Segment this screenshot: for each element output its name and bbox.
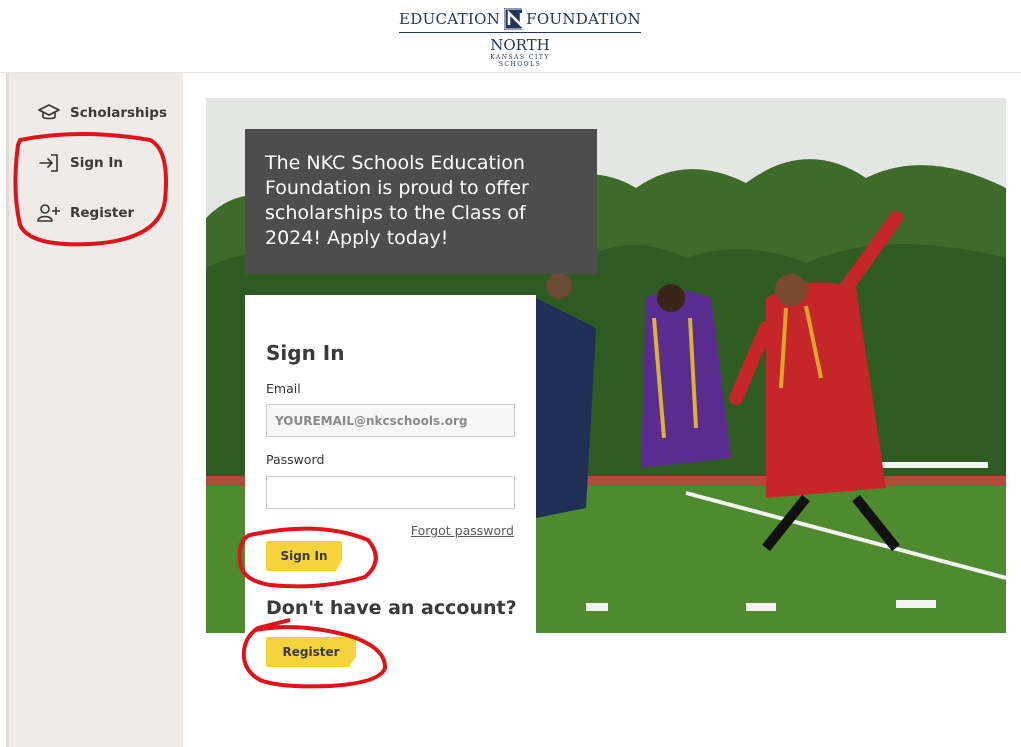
sign-in-arrow-icon <box>37 151 61 175</box>
sidebar: Scholarships Sign In Register <box>6 73 183 747</box>
sidebar-item-scholarships[interactable]: Scholarships <box>37 101 167 125</box>
sidebar-item-label: Sign In <box>70 155 123 171</box>
forgot-password-link[interactable]: Forgot password <box>411 523 514 538</box>
password-field[interactable] <box>266 476 515 509</box>
sign-in-title: Sign In <box>266 341 345 365</box>
password-label: Password <box>266 452 325 467</box>
email-label: Email <box>266 381 301 396</box>
logo-kansas-city: KANSAS CITY <box>490 54 550 61</box>
logo-text-right: FOUNDATION <box>526 10 641 28</box>
logo-divider <box>399 32 641 33</box>
nkc-logo-mark-icon <box>504 8 526 30</box>
logo-text-left: EDUCATION <box>399 10 501 28</box>
promo-banner: The NKC Schools Education Foundation is … <box>245 129 597 274</box>
site-header: EDUCATION FOUNDATION NORTH KANSAS CITY S… <box>0 0 1021 73</box>
no-account-heading: Don't have an account? <box>266 597 517 619</box>
sign-in-button[interactable]: Sign In <box>266 541 342 571</box>
register-button[interactable]: Register <box>266 637 356 667</box>
sidebar-item-label: Scholarships <box>70 105 167 121</box>
logo-schools: SCHOOLS <box>498 61 542 68</box>
logo-north: NORTH <box>490 36 550 54</box>
email-field[interactable] <box>266 404 515 437</box>
sidebar-item-register[interactable]: Register <box>37 201 134 225</box>
education-foundation-logo[interactable]: EDUCATION FOUNDATION NORTH KANSAS CITY S… <box>399 5 641 71</box>
user-plus-icon <box>37 201 61 225</box>
sidebar-item-sign-in[interactable]: Sign In <box>37 151 123 175</box>
graduation-cap-icon <box>37 101 61 125</box>
sign-in-card: Sign In Email Password Forgot password <box>245 295 536 633</box>
sidebar-item-label: Register <box>70 205 135 221</box>
